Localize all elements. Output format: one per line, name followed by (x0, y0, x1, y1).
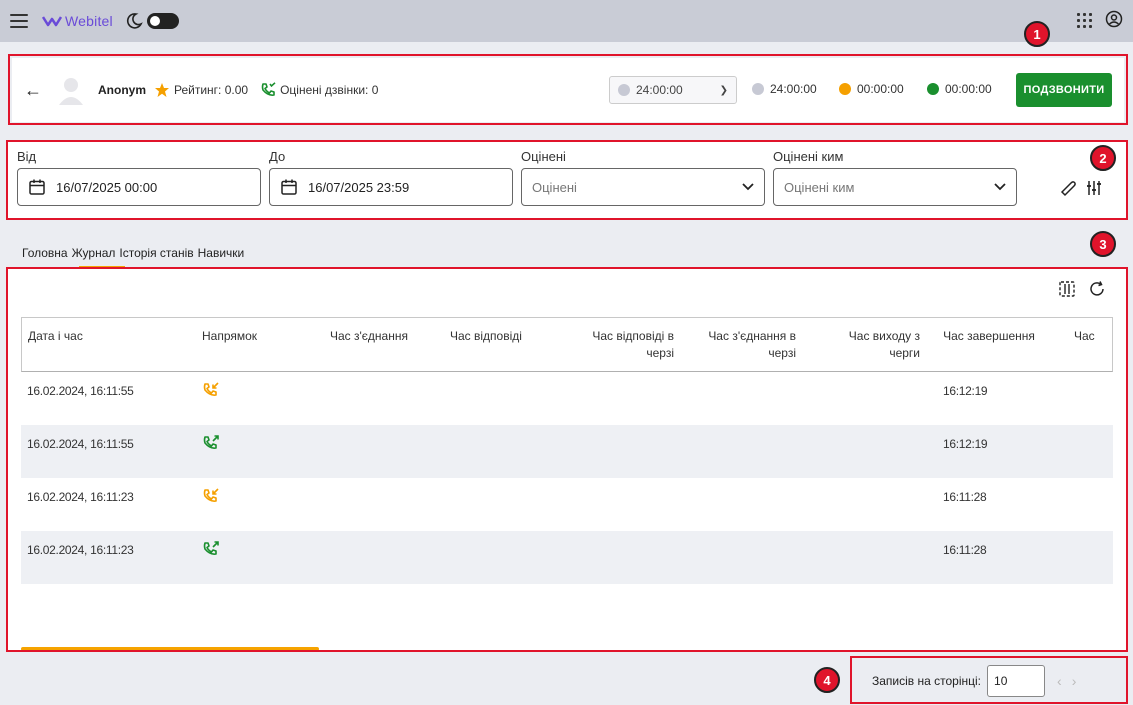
annotation-box-1 (8, 54, 1128, 125)
tab-journal[interactable]: Журнал (72, 246, 116, 260)
annotation-badge-2: 2 (1090, 145, 1116, 171)
moon-phone-icon (126, 13, 143, 29)
webitel-logo-icon (42, 16, 62, 27)
tab-main[interactable]: Головна (22, 246, 68, 260)
apps-grid-icon[interactable] (1075, 11, 1092, 28)
annotation-badge-4: 4 (814, 667, 840, 693)
annotation-box-4 (850, 656, 1128, 704)
tab-skills[interactable]: Навички (198, 246, 245, 260)
annotation-badge-1: 1 (1024, 21, 1050, 47)
theme-toggle[interactable] (146, 13, 179, 29)
annotation-box-3 (6, 267, 1128, 652)
menu-icon[interactable] (10, 10, 32, 32)
top-bar: Webitel (0, 0, 1133, 42)
logo-text: Webitel (65, 13, 113, 29)
tabs: Головна Журнал Історія станів Навички (22, 246, 244, 260)
logo[interactable]: Webitel (42, 13, 113, 29)
tab-state-history[interactable]: Історія станів (119, 246, 193, 260)
account-icon[interactable] (1105, 10, 1123, 28)
annotation-box-2 (6, 140, 1128, 220)
annotation-badge-3: 3 (1090, 231, 1116, 257)
